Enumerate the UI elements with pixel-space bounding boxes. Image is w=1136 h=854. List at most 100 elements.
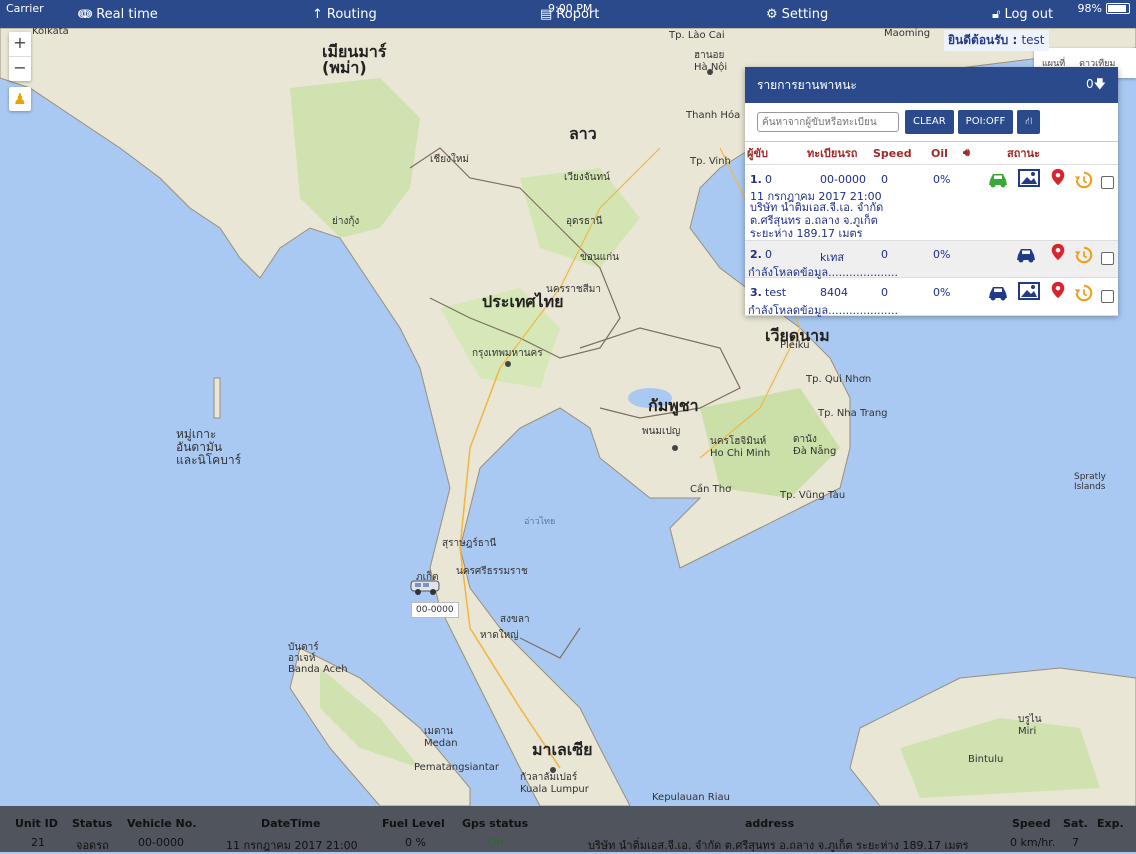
image-icon[interactable] — [1018, 282, 1040, 300]
map-label-cambodia: กัมพูชา — [648, 396, 699, 415]
col-oil: Oil — [931, 146, 948, 160]
nav-logout[interactable]: 🔓︎ Log out — [992, 7, 1053, 22]
zoom-control: + − — [9, 32, 31, 81]
battery-indicator: 98% — [1078, 2, 1130, 15]
speaker-icon: 🔊︎ — [963, 146, 970, 159]
location-pin-icon[interactable] — [1047, 281, 1069, 299]
row-checkbox[interactable] — [1101, 176, 1114, 189]
map-label-songkhla: สงขลา — [500, 614, 530, 625]
map-label-udon: อุดรธานี — [566, 216, 603, 227]
panel-count-value: 0 — [1086, 76, 1094, 91]
poi-toggle-button[interactable]: POI:OFF — [957, 110, 1014, 134]
image-icon[interactable] — [1018, 169, 1040, 187]
nav-routing[interactable]: ↑ Routing — [312, 7, 377, 22]
col-driver: ผู้ขับ — [747, 147, 768, 160]
location-pin-icon[interactable] — [1047, 243, 1069, 261]
row-loading-text: กำลังโหลดข้อมูล.................... — [748, 304, 899, 317]
streetview-pegman-icon[interactable]: ♟ — [9, 87, 31, 111]
vehicle-row[interactable]: 1. 0 00-0000 0 0% 11 กรกฎาคม 2017 21:00 … — [745, 165, 1118, 241]
zoom-out-button[interactable]: − — [9, 57, 31, 81]
car-status-icon[interactable] — [987, 284, 1009, 302]
row-address-1: บริษัท นำติ่มเอส.จี.เอ. จำกัด — [750, 201, 884, 214]
row-driver: 0 — [765, 173, 772, 186]
map-label-bangkok: กรุงเทพมหานคร — [472, 348, 543, 359]
nav-report[interactable]: ▤ Roport — [540, 7, 599, 22]
history-icon[interactable] — [1073, 246, 1095, 264]
vehicle-row[interactable]: 2. 0 kเทส 0 0% กำลังโหลดข้อมูล..........… — [745, 241, 1118, 279]
td-sat: 7 — [1072, 836, 1079, 849]
map-label-danang: ดานัง Đà Nẵng — [793, 434, 837, 457]
van-icon — [410, 580, 440, 595]
row-checkbox[interactable] — [1101, 252, 1114, 265]
history-icon[interactable] — [1073, 171, 1095, 189]
th-address: address — [745, 817, 795, 830]
row-plate: 00-0000 — [820, 173, 866, 186]
row-plate: 8404 — [820, 286, 848, 299]
th-datetime: DateTime — [261, 817, 321, 830]
row-number: 3. — [750, 286, 762, 299]
row-checkbox[interactable] — [1101, 290, 1114, 303]
map-label-bintulu: Bintulu — [968, 754, 1004, 765]
gears-icon: ⚙ — [766, 7, 778, 22]
road-button[interactable]: ⛙ — [1017, 110, 1041, 134]
battery-percent: 98% — [1077, 2, 1102, 15]
map-label-kolkata: Kolkata — [32, 28, 69, 37]
row-driver: test — [765, 286, 787, 299]
td-vehicle-no: 00-0000 — [138, 836, 184, 849]
th-speed: Speed — [1012, 817, 1051, 830]
map-label-andaman: หมู่เกาะ อันดามัน และนิโคบาร์ — [176, 427, 242, 467]
road-icon: ⛙ — [1025, 116, 1033, 127]
lock-icon: 🔓︎ — [992, 7, 1001, 22]
map-label-gulf: อ่าวไทย — [524, 517, 556, 527]
nav-routing-label: Routing — [326, 7, 377, 22]
th-vehicle-no: Vehicle No. — [127, 817, 197, 830]
td-address: บริษัท นำติ่มเอส.จี.เอ. จำกัด ต.ศรีสุนทร… — [588, 839, 969, 852]
car-status-icon[interactable] — [987, 171, 1009, 189]
map-label-vientiane: เวียงจันทน์ — [564, 172, 610, 183]
map-label-myanmar: เมียนมาร์ (พม่า) — [322, 42, 387, 77]
map-label-laocai: Tp. Lào Cai — [669, 30, 725, 41]
nav-setting[interactable]: ⚙ Setting — [766, 7, 828, 22]
row-number: 2. — [750, 248, 762, 261]
row-oil: 0% — [933, 286, 951, 299]
map-label-vinh: Tp. Vinh — [690, 156, 731, 167]
map-label-pleiku: Pleiku — [780, 340, 810, 351]
location-pin-icon[interactable] — [1047, 168, 1069, 186]
th-fuel: Fuel Level — [382, 817, 445, 830]
map-label-laos: ลาว — [569, 124, 597, 143]
col-speed: Speed — [873, 146, 912, 160]
map-label-hcm: นครโฮจิมินห์ Ho Chi Minh — [710, 436, 771, 459]
td-datetime: 11 กรกฎาคม 2017 21:00 — [226, 839, 358, 852]
td-fuel: 0 % — [405, 836, 426, 849]
vehicle-map-marker[interactable] — [409, 575, 443, 601]
welcome-badge: ยินดีต้อนรับ : test — [944, 30, 1049, 51]
nav-realtime[interactable]: ↈ Real time — [78, 7, 158, 22]
welcome-label: ยินดีต้อนรับ : — [948, 33, 1022, 47]
td-unit-id: 21 — [31, 836, 45, 849]
map-label-surat: สุราษฎร์ธานี — [442, 538, 497, 549]
zoom-in-button[interactable]: + — [9, 32, 31, 57]
clear-button[interactable]: CLEAR — [905, 110, 954, 134]
welcome-user: test — [1021, 33, 1045, 47]
panel-header[interactable]: รายการยานพาหนะ 0🡇 — [745, 67, 1118, 103]
arrow-down-icon: 🡇 — [1093, 76, 1106, 91]
map-label-malaysia: มาเลเซีย — [532, 740, 593, 759]
td-speed: 0 km/hr. — [1010, 836, 1056, 849]
row-speed: 0 — [881, 248, 888, 261]
th-exp: Exp. — [1097, 817, 1124, 830]
map-label-spratly: Spratly Islands — [1074, 472, 1106, 492]
rss-icon: ↈ — [78, 7, 93, 22]
map-label-miri: บรูไน Miri — [1018, 714, 1042, 737]
vehicle-search-input[interactable] — [757, 112, 899, 132]
nav-realtime-label: Real time — [96, 7, 158, 22]
vehicle-marker-label: 00-0000 — [411, 602, 459, 618]
map-label-medan: เมดาน Medan — [424, 726, 458, 749]
carrier-text: Carrier — [6, 2, 44, 15]
history-icon[interactable] — [1073, 284, 1095, 302]
nav-report-label: Roport — [556, 7, 600, 22]
battery-icon — [1106, 3, 1130, 14]
vehicle-row[interactable]: 3. test 8404 0 0% กำลังโหลดข้อมูล.......… — [745, 278, 1118, 317]
map-label-hatyai: หาดใหญ่ — [480, 630, 519, 641]
car-status-icon[interactable] — [1015, 246, 1037, 264]
vehicle-detail-table: Unit ID Status Vehicle No. DateTime Fuel… — [0, 806, 1136, 852]
